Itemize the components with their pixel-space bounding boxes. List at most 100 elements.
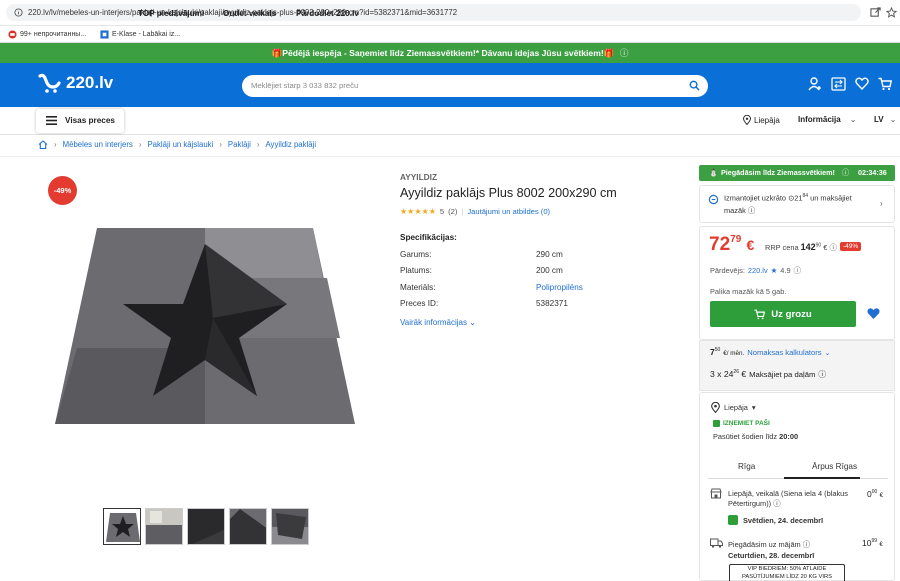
breadcrumb: › Mēbeles un interjers › Paklāji un kājs… (38, 140, 316, 149)
breadcrumb-item[interactable]: Paklāji un kājslauki (147, 140, 213, 149)
home-delivery-option[interactable]: Piegādāsim uz mājām ⓘ (728, 539, 810, 550)
bookmark-mail[interactable]: 99+ непрочитанны... (8, 30, 86, 39)
breadcrumb-item[interactable]: Mēbeles un interjers (63, 140, 133, 149)
delivery-banner[interactable]: ⛄ Piegādāsim līdz Ziemassvētkiem! ⓘ 02:3… (699, 165, 895, 181)
qa-link[interactable]: Jautājumi un atbildes (0) (467, 207, 550, 216)
chevron-right-icon: › (138, 140, 142, 149)
bookmark-label: 99+ непрочитанны... (20, 31, 87, 38)
seller-label: Pārdevējs: (710, 266, 745, 275)
cart-icon[interactable] (878, 77, 892, 91)
breadcrumb-item[interactable]: Ayyildiz paklāji (266, 140, 317, 149)
calculator-link[interactable]: Nomaksas kalkulators (747, 348, 821, 357)
rating-stars-icon: ★★★★★ (400, 207, 436, 216)
tab-riga[interactable]: Rīga (738, 462, 755, 471)
split-label: Maksājiet pa daļām (749, 370, 816, 379)
breadcrumb-item[interactable]: Paklāji (228, 140, 251, 149)
search-input[interactable]: Meklējiet starp 3 033 832 preču (242, 75, 708, 97)
rrp-cents: 90 (815, 242, 822, 249)
location-pin-icon (711, 402, 720, 413)
bonus-amount: 21 (794, 193, 803, 203)
store-pickup-date-label: Svētdien, 24. decembrī (743, 515, 824, 525)
nav-sell[interactable]: Pārdodiet 220.lv (296, 9, 359, 18)
home-icon[interactable] (38, 140, 48, 149)
chevron-right-icon[interactable]: › (880, 199, 883, 208)
more-info-link[interactable]: Vairāk informācijas ⌄ (400, 318, 476, 327)
delivery-city-label: Liepāja (724, 403, 748, 412)
info-icon[interactable]: ⓘ (829, 243, 836, 252)
eklase-icon (100, 30, 109, 39)
add-to-cart-button[interactable]: Uz grozu (710, 301, 856, 327)
store-pickup-price: 000 € (867, 489, 883, 499)
rating-row[interactable]: ★★★★★ 5 (2) | Jautājumi un atbildes (0) (400, 207, 550, 216)
url-field[interactable]: 220.lv/lv/mebeles-un-interjers/paklaji-u… (6, 4, 861, 21)
search-icon[interactable] (689, 80, 700, 91)
bookmark-star-icon[interactable] (886, 7, 897, 18)
seller-link[interactable]: 220.lv (748, 266, 768, 275)
countdown-timer: 02:34:36 (858, 168, 887, 177)
nav-top-offers[interactable]: TOP piedāvājumi (138, 9, 204, 18)
product-title: Ayyildiz paklājs Plus 8002 200x290 cm (400, 186, 617, 200)
spec-value: 290 cm (536, 250, 563, 259)
delivery-city-selector[interactable]: Liepāja ▾ (711, 402, 756, 413)
monthly-payment: 750 €/ mēn. Nomaksas kalkulators ⌄ (710, 347, 830, 357)
bonus-cents: 84 (802, 193, 809, 199)
city-selector[interactable]: Liepāja (743, 115, 780, 125)
chevron-right-icon: › (54, 140, 57, 149)
thumbnail-1[interactable] (103, 508, 141, 545)
mail-icon (8, 30, 17, 39)
thumbnail-3[interactable] (187, 508, 225, 545)
compare-icon[interactable] (831, 77, 846, 91)
info-icon[interactable]: ⓘ (794, 265, 801, 276)
store-icon (710, 488, 722, 499)
bonus-text-1: Izmantojiet uzkrāto (724, 193, 787, 203)
bookmark-eklase[interactable]: E-Klase - Labākai iz... (100, 30, 180, 39)
site-logo[interactable]: 220.lv (37, 73, 113, 93)
bonus-text-3: mazāk ⓘ (724, 205, 755, 216)
chevron-down-icon: ⌄ (469, 318, 476, 327)
tab-outside-riga[interactable]: Ārpus Rīgas (812, 462, 857, 471)
share-icon[interactable] (870, 7, 881, 18)
thumbnail-5[interactable] (271, 508, 309, 545)
cart-logo-icon (38, 73, 61, 93)
price-int: 72 (709, 234, 731, 255)
review-count: (2) (448, 207, 458, 216)
all-goods-button[interactable]: Visas preces (36, 109, 124, 133)
user-icon[interactable] (808, 77, 822, 91)
promo-banner[interactable]: 🎁Pēdējā iespēja - Saņemiet līdz Ziemassv… (0, 43, 900, 63)
language-selector[interactable]: LV ⌄ (874, 115, 896, 124)
spec-value-link[interactable]: Polipropilēns (536, 283, 583, 292)
divider: | (461, 207, 464, 216)
order-deadline-time: 20:00 (779, 432, 799, 441)
rating-value: 5 (439, 207, 445, 216)
rrp-price: RRP cena 14290 € ⓘ (765, 242, 837, 253)
vip-note-line2: PASŪTĪJUMIEM LĪDZ 20 KG VIRS (741, 573, 833, 580)
thumbnail-4[interactable] (229, 508, 267, 545)
spec-label: Preces ID: (400, 299, 439, 308)
split-payment[interactable]: 3 x 2426 € Maksājiet pa daļām ⓘ (710, 369, 826, 380)
pickup-price-currency: € (879, 493, 884, 499)
calendar-check-icon (728, 515, 738, 525)
language-label: LV (874, 115, 884, 124)
order-deadline-label: Pasūtiet šodien līdz (713, 432, 778, 441)
wishlist-heart-icon[interactable] (866, 307, 881, 320)
home-delivery-date: Ceturtdien, 28. decembrī (728, 551, 815, 560)
info-icon: ⓘ (818, 370, 827, 379)
location-pin-icon (743, 115, 751, 125)
brand-label[interactable]: AYYILDIZ (400, 172, 437, 182)
seller-row: Pārdevējs: 220.lv ★ 4.9 ⓘ (710, 265, 801, 276)
thumbnail-2[interactable] (145, 508, 183, 545)
product-image[interactable] (55, 228, 355, 430)
monthly-cents: 50 (714, 347, 721, 354)
spec-label: Garums: (400, 250, 432, 259)
spec-value: 200 cm (536, 266, 563, 275)
monthly-unit: €/ mēn. (723, 350, 745, 357)
vip-note: VIP BIEDRIEM: 50% ATLAIDE PASŪTĪJUMIEM L… (729, 564, 845, 581)
divider (0, 156, 900, 157)
bonus-box: Izmantojiet uzkrāto ⊙2184 un maksājiet m… (699, 185, 895, 223)
nav-outlet[interactable]: Outlet veikals (223, 9, 276, 18)
store-pickup-title: Liepājā, veikalā (Siena iela 4 (blakus (728, 489, 848, 498)
heart-icon[interactable] (855, 77, 869, 90)
spec-label: Platums: (400, 266, 432, 275)
info-menu[interactable]: Informācija ⌄ (798, 115, 856, 124)
store-pickup-option[interactable]: Liepājā, veikalā (Siena iela 4 (blakus P… (728, 489, 858, 509)
